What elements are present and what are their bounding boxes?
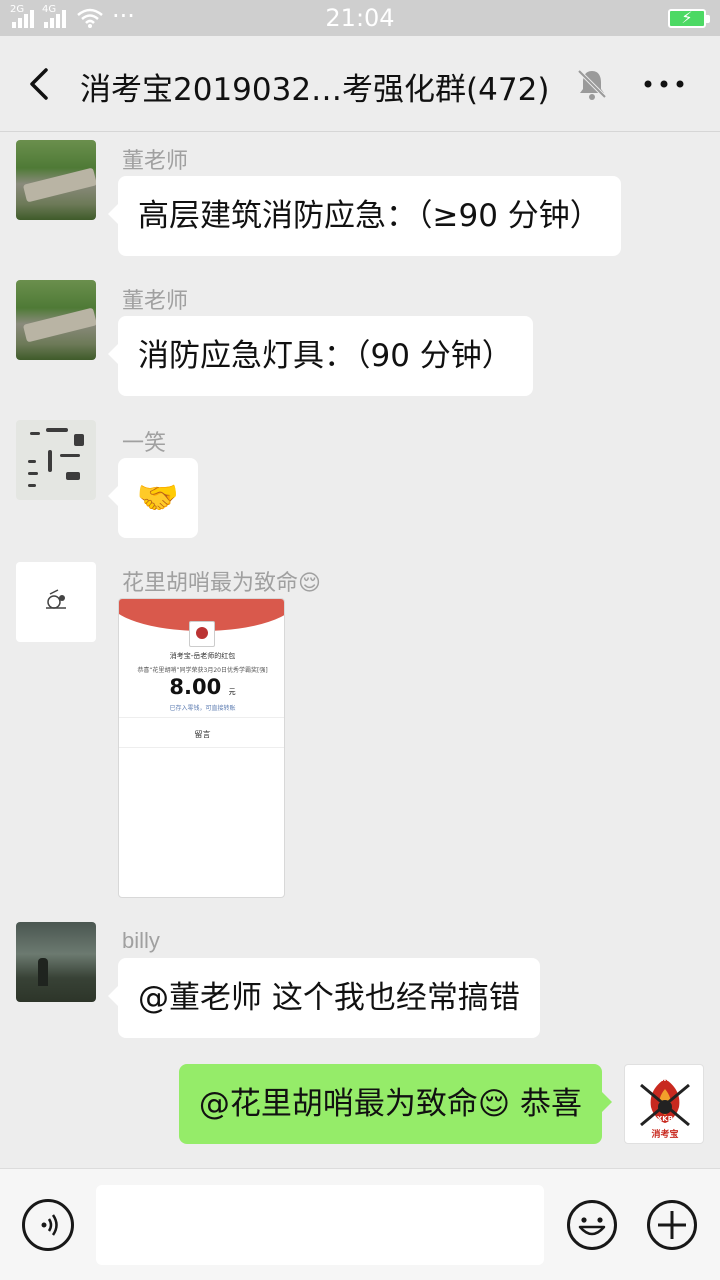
sender-name: 花里胡哨最为致命😌 [122,571,321,596]
clock: 21:04 [325,4,395,32]
divider [119,747,284,748]
avatar[interactable] [16,140,96,220]
emoji-icon[interactable] [566,1199,618,1251]
chat-header: 消考宝2019032…考强化群(472) [0,36,720,132]
message-bubble[interactable]: 🤝 [108,458,198,538]
message-bubble[interactable]: @花里胡哨最为致命😌 恭喜 [178,1064,613,1144]
sender-name: billy [122,928,160,953]
red-packet-reply: 留言 [194,730,211,739]
bell-muted-icon[interactable] [574,66,610,102]
logo-label-mid: XKB [656,1115,674,1123]
red-packet-subtitle: 恭喜“花里胡哨”同学荣获3月20日优秀学霸奖[强] [137,667,268,674]
red-packet-title: 消考宝-岳老师的红包 [169,652,236,660]
message-item: 花里胡哨最为致命😌 [0,560,720,905]
red-packet-image[interactable]: 消考宝-岳老师的红包 恭喜“花里胡哨”同学荣获3月20日优秀学霸奖[强] 8.0… [118,598,285,898]
input-bar [0,1168,720,1280]
avatar[interactable] [16,562,96,642]
message-bubble[interactable]: 高层建筑消防应急：（≥90 分钟） [108,176,621,256]
message-input[interactable] [96,1185,544,1265]
avatar[interactable]: FIRE XKB 消考宝 [624,1064,704,1144]
red-packet-note: 已存入零钱，可直接转账 [169,705,236,712]
logo-label-bottom: 消考宝 [651,1130,679,1140]
more-dots-icon[interactable] [640,64,688,104]
avatar[interactable] [16,420,96,500]
avatar[interactable] [16,922,96,1002]
sender-name: 董老师 [122,289,189,314]
sender-name: 一笑 [122,431,167,456]
red-packet-amount: 8.00 元 [169,675,236,699]
status-bar: 2G 4G ··· 21:04 ⚡ [0,0,720,36]
message-bubble[interactable]: @董老师 这个我也经常搞错 [108,958,540,1038]
message-bubble[interactable]: 消防应急灯具：（90 分钟） [108,316,533,396]
doodle-icon [46,589,66,609]
chat-title: 消考宝2019032…考强化群(472) [80,72,550,108]
logo-label-top: FIRE [656,1075,674,1083]
avatar[interactable] [16,280,96,360]
voice-icon[interactable] [22,1199,74,1251]
plus-icon[interactable] [646,1199,698,1251]
battery-icon: ⚡ [668,8,710,28]
chevron-left-icon[interactable] [22,64,62,104]
divider [119,717,284,718]
sender-name: 董老师 [122,149,189,174]
fire-logo-icon [189,621,215,647]
